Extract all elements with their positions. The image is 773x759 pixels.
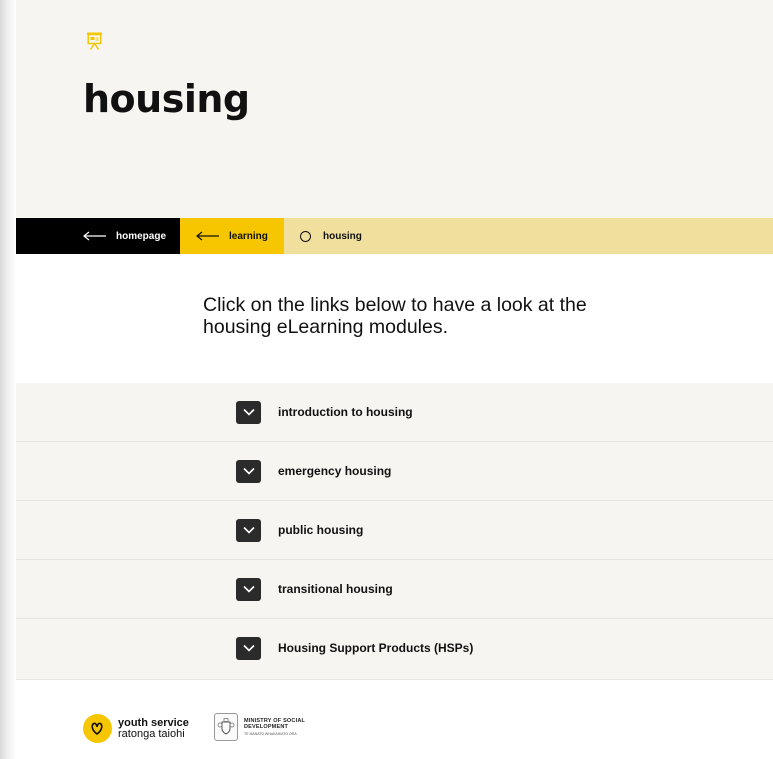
youth-service-logo[interactable]: youth service ratonga taiohi	[83, 714, 189, 743]
expand-button[interactable]	[236, 459, 261, 483]
accordion-item-emergency-housing[interactable]: emergency housing	[16, 442, 773, 501]
msd-maori-name: TE MANATŪ WHAKAHIATO ORA	[244, 731, 297, 736]
hero-banner: housing	[16, 0, 773, 218]
window-edge-shadow	[0, 0, 16, 759]
accordion-item-label: introduction to housing	[278, 405, 413, 419]
breadcrumb-homepage-label: homepage	[116, 230, 167, 242]
expand-button[interactable]	[236, 636, 261, 660]
youth-service-subtitle: ratonga taiohi	[118, 727, 185, 740]
presentation-board-icon	[87, 32, 102, 50]
modules-accordion: introduction to housing emergency housin…	[16, 383, 773, 679]
accordion-item-label: public housing	[278, 523, 364, 537]
breadcrumb: homepage learning housing	[16, 218, 773, 254]
chevron-down-icon	[242, 526, 255, 534]
youth-service-name: youth service	[118, 716, 189, 729]
expand-button[interactable]	[236, 400, 261, 424]
accordion-item-label: Housing Support Products (HSPs)	[278, 641, 474, 655]
arrow-left-icon	[196, 231, 219, 241]
accordion-item-label: transitional housing	[278, 582, 393, 596]
msd-logo[interactable]: MINISTRY OF SOCIAL DEVELOPMENT TE MANATŪ…	[214, 713, 305, 741]
chevron-down-icon	[242, 585, 255, 593]
accordion-item-housing-support-products[interactable]: Housing Support Products (HSPs)	[16, 619, 773, 677]
breadcrumb-current-label: housing	[323, 230, 362, 242]
youth-service-mark-icon	[83, 714, 112, 743]
circle-icon	[300, 230, 311, 242]
accordion-item-transitional-housing[interactable]: transitional housing	[16, 560, 773, 619]
breadcrumb-homepage-link[interactable]: homepage	[16, 218, 180, 254]
arrow-left-icon	[83, 231, 106, 241]
coat-of-arms-icon	[214, 713, 238, 741]
breadcrumb-current: housing	[284, 218, 362, 254]
msd-name-line2: DEVELOPMENT	[244, 723, 289, 730]
expand-button[interactable]	[236, 518, 261, 542]
breadcrumb-learning-link[interactable]: learning	[180, 218, 284, 254]
accordion-item-label: emergency housing	[278, 464, 392, 478]
intro-text: Click on the links below to have a look …	[203, 294, 587, 338]
chevron-down-icon	[242, 467, 255, 475]
page-title: housing	[83, 77, 250, 121]
expand-button[interactable]	[236, 577, 261, 601]
page: housing homepage learning housing Click …	[16, 0, 773, 759]
chevron-down-icon	[242, 408, 255, 416]
accordion-item-public-housing[interactable]: public housing	[16, 501, 773, 560]
chevron-down-icon	[242, 644, 255, 652]
accordion-item-introduction-to-housing[interactable]: introduction to housing	[16, 383, 773, 442]
msd-name-line1: MINISTRY OF SOCIAL	[244, 717, 306, 724]
breadcrumb-learning-label: learning	[229, 230, 268, 242]
footer: youth service ratonga taiohi MINISTRY OF…	[16, 679, 773, 759]
